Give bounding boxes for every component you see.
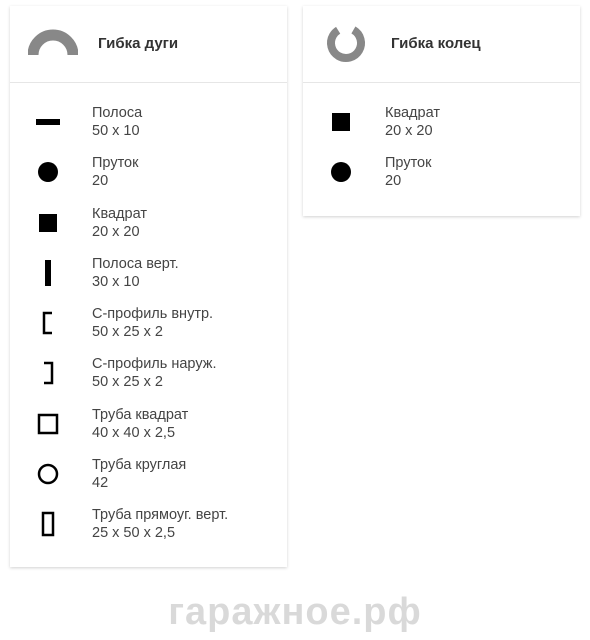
list-item: Пруток 20 bbox=[28, 147, 269, 197]
item-text: C-профиль наруж. 50 x 25 x 2 bbox=[92, 355, 216, 391]
item-label: Пруток bbox=[92, 154, 138, 172]
item-dims: 42 bbox=[92, 474, 186, 492]
item-label: Квадрат bbox=[92, 205, 147, 223]
item-label: C-профиль наруж. bbox=[92, 355, 216, 373]
c-profile-out-icon bbox=[28, 356, 68, 390]
list-item: C-профиль наруж. 50 x 25 x 2 bbox=[28, 348, 269, 398]
item-label: Пруток bbox=[385, 154, 431, 172]
square-filled-icon bbox=[321, 105, 361, 139]
item-dims: 20 bbox=[385, 172, 431, 190]
round-tube-icon bbox=[28, 457, 68, 491]
panel-header-ring: Гибка колец bbox=[303, 6, 580, 83]
item-label: Квадрат bbox=[385, 104, 440, 122]
rod-icon bbox=[28, 155, 68, 189]
item-text: Труба прямоуг. верт. 25 x 50 x 2,5 bbox=[92, 506, 228, 542]
rod-icon bbox=[321, 155, 361, 189]
list-item: Пруток 20 bbox=[321, 147, 562, 197]
list-item: Труба круглая 42 bbox=[28, 449, 269, 499]
item-text: Пруток 20 bbox=[385, 154, 431, 190]
item-dims: 20 x 20 bbox=[92, 223, 147, 241]
strip-vert-icon bbox=[28, 256, 68, 290]
item-text: Труба круглая 42 bbox=[92, 456, 186, 492]
item-label: Полоса bbox=[92, 104, 142, 122]
item-text: Труба квадрат 40 x 40 x 2,5 bbox=[92, 406, 188, 442]
item-dims: 30 x 10 bbox=[92, 273, 179, 291]
panel-title-ring: Гибка колец bbox=[391, 35, 481, 52]
item-label: Труба круглая bbox=[92, 456, 186, 474]
item-text: Полоса верт. 30 x 10 bbox=[92, 255, 179, 291]
panel-ring: Гибка колец Квадрат 20 x 20 Пруток 20 bbox=[303, 6, 580, 216]
list-item: C-профиль внутр. 50 x 25 x 2 bbox=[28, 298, 269, 348]
item-text: Пруток 20 bbox=[92, 154, 138, 190]
item-text: Квадрат 20 x 20 bbox=[92, 205, 147, 241]
c-profile-in-icon bbox=[28, 306, 68, 340]
item-dims: 50 x 25 x 2 bbox=[92, 373, 216, 391]
item-dims: 20 bbox=[92, 172, 138, 190]
item-text: C-профиль внутр. 50 x 25 x 2 bbox=[92, 305, 213, 341]
panels-container: Гибка дуги Полоса 50 x 10 Пруток 20 bbox=[0, 0, 590, 573]
list-item: Труба квадрат 40 x 40 x 2,5 bbox=[28, 399, 269, 449]
list-item: Квадрат 20 x 20 bbox=[321, 97, 562, 147]
panel-header-arc: Гибка дуги bbox=[10, 6, 287, 83]
item-dims: 50 x 10 bbox=[92, 122, 142, 140]
strip-icon bbox=[28, 105, 68, 139]
square-filled-icon bbox=[28, 206, 68, 240]
item-label: Полоса верт. bbox=[92, 255, 179, 273]
arc-icon bbox=[28, 22, 78, 64]
rect-tube-vert-icon bbox=[28, 507, 68, 541]
item-dims: 50 x 25 x 2 bbox=[92, 323, 213, 341]
list-item: Квадрат 20 x 20 bbox=[28, 198, 269, 248]
watermark-text: гаражное.рф bbox=[0, 591, 590, 634]
item-text: Полоса 50 x 10 bbox=[92, 104, 142, 140]
list-item: Полоса 50 x 10 bbox=[28, 97, 269, 147]
item-list-arc: Полоса 50 x 10 Пруток 20 Квадрат bbox=[10, 83, 287, 567]
item-label: Труба прямоуг. верт. bbox=[92, 506, 228, 524]
item-dims: 40 x 40 x 2,5 bbox=[92, 424, 188, 442]
panel-arc: Гибка дуги Полоса 50 x 10 Пруток 20 bbox=[10, 6, 287, 567]
ring-icon bbox=[321, 22, 371, 64]
item-label: C-профиль внутр. bbox=[92, 305, 213, 323]
item-dims: 25 x 50 x 2,5 bbox=[92, 524, 228, 542]
square-tube-icon bbox=[28, 407, 68, 441]
item-dims: 20 x 20 bbox=[385, 122, 440, 140]
item-label: Труба квадрат bbox=[92, 406, 188, 424]
list-item: Полоса верт. 30 x 10 bbox=[28, 248, 269, 298]
item-list-ring: Квадрат 20 x 20 Пруток 20 bbox=[303, 83, 580, 216]
item-text: Квадрат 20 x 20 bbox=[385, 104, 440, 140]
list-item: Труба прямоуг. верт. 25 x 50 x 2,5 bbox=[28, 499, 269, 549]
panel-title-arc: Гибка дуги bbox=[98, 35, 178, 52]
